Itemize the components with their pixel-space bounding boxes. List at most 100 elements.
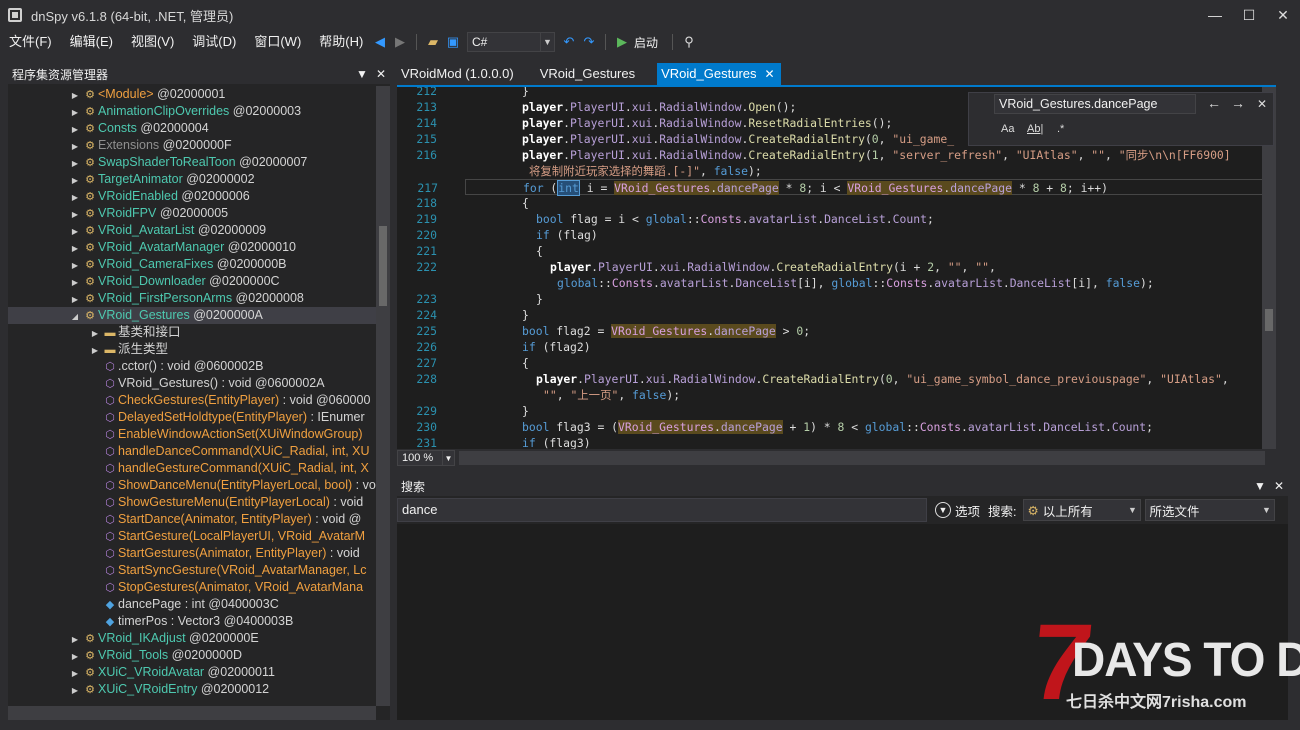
tree-item[interactable]: ▶ ⚙ VRoid_AvatarList @02000009 (8, 222, 376, 239)
panel-menu-chevron-icon[interactable]: ▼ (356, 67, 368, 81)
close-icon[interactable]: ✕ (376, 67, 386, 81)
find-input[interactable]: VRoid_Gestures.dancePage (994, 94, 1196, 114)
tree-item[interactable]: ◆ dancePage : int @0400003C (8, 596, 376, 613)
menu-view[interactable]: 视图(V) (122, 30, 183, 54)
tree-item[interactable]: ▶ ▬ 基类和接口 (8, 324, 376, 341)
tree-horizontal-scrollbar[interactable] (8, 706, 376, 720)
whole-word-toggle[interactable]: Ab| (1027, 123, 1043, 135)
scrollbar-thumb[interactable] (379, 226, 387, 306)
minimize-button[interactable]: — (1198, 0, 1232, 30)
expand-arrow-icon[interactable]: ▶ (68, 257, 82, 274)
menu-debug[interactable]: 调试(D) (183, 30, 245, 54)
scrollbar-thumb[interactable] (1265, 309, 1273, 331)
tree-item[interactable]: ◆ timerPos : Vector3 @0400003B (8, 613, 376, 630)
open-file-icon[interactable]: ▰ (423, 32, 443, 52)
tree-item[interactable]: ⬡ ShowGestureMenu(EntityPlayerLocal) : vo… (8, 494, 376, 511)
tree-item[interactable]: ▶ ⚙ VRoidEnabled @02000006 (8, 188, 376, 205)
tree-vertical-scrollbar[interactable] (376, 86, 390, 706)
regex-toggle[interactable]: .* (1057, 123, 1064, 135)
tree-item[interactable]: ▶ ⚙ Consts @02000004 (8, 120, 376, 137)
tree-item[interactable]: ⬡ EnableWindowActionSet(XUiWindowGroup) (8, 426, 376, 443)
navigate-back-icon[interactable]: ◀ (370, 32, 390, 52)
find-next-icon[interactable]: → (1231, 95, 1245, 111)
find-previous-icon[interactable]: ← (1207, 95, 1221, 111)
tree-item[interactable]: ▶ ⚙ VRoid_FirstPersonArms @02000008 (8, 290, 376, 307)
close-find-icon[interactable]: ✕ (1257, 97, 1267, 111)
search-options-button[interactable]: ▼ 选项 (935, 501, 980, 520)
tree-item[interactable]: ▶ ⚙ <Module> @02000001 (8, 86, 376, 103)
tree-item[interactable]: ▶ ⚙ AnimationClipOverrides @02000003 (8, 103, 376, 120)
search-icon[interactable]: ⚲ (679, 32, 699, 52)
expand-arrow-icon[interactable]: ▶ (68, 665, 82, 682)
tree-item[interactable]: ⬡ CheckGestures(EntityPlayer) : void @060… (8, 392, 376, 409)
tree-item[interactable]: ◢ ⚙ VRoid_Gestures @0200000A (8, 307, 376, 324)
expand-arrow-icon[interactable]: ▶ (68, 240, 82, 257)
search-scope-select[interactable]: ⚙ 以上所有 ▼ (1022, 499, 1141, 521)
tree-item[interactable]: ▶ ⚙ XUiC_VRoidEntry @02000012 (8, 681, 376, 698)
expand-arrow-icon[interactable]: ▶ (68, 648, 82, 665)
search-input[interactable]: dance (397, 498, 927, 522)
tab-vroidmod[interactable]: VRoidMod (1.0.0.0) (397, 63, 520, 85)
start-debug-icon[interactable]: ▶ (612, 32, 632, 52)
expand-arrow-icon[interactable]: ▶ (68, 121, 82, 138)
expand-arrow-icon[interactable]: ▶ (68, 87, 82, 104)
tab-vroid-gestures-active[interactable]: VRoid_Gestures ✕ (657, 63, 781, 85)
redo-icon[interactable]: ↷ (579, 32, 599, 52)
tree-item[interactable]: ▶ ⚙ XUiC_VRoidAvatar @02000011 (8, 664, 376, 681)
tree-item[interactable]: ⬡ VRoid_Gestures() : void @0600002A (8, 375, 376, 392)
tree-item[interactable]: ▶ ⚙ VRoid_AvatarManager @02000010 (8, 239, 376, 256)
search-location-select[interactable]: 所选文件 ▼ (1144, 499, 1275, 521)
save-all-icon[interactable]: ▣ (443, 32, 463, 52)
expand-arrow-icon[interactable]: ▶ (68, 155, 82, 172)
start-debug-label[interactable]: 启动 (634, 34, 658, 51)
tree-item[interactable]: ⬡ .cctor() : void @0600002B (8, 358, 376, 375)
close-icon[interactable]: ✕ (1274, 479, 1284, 493)
menu-file[interactable]: 文件(F) (0, 30, 61, 54)
tree-item[interactable]: ⬡ StopGestures(Animator, VRoid_AvatarMana (8, 579, 376, 596)
expand-arrow-icon[interactable]: ▶ (68, 274, 82, 291)
menu-help[interactable]: 帮助(H) (310, 30, 372, 54)
tree-item[interactable]: ▶ ⚙ VRoid_IKAdjust @0200000E (8, 630, 376, 647)
menu-edit[interactable]: 编辑(E) (61, 30, 122, 54)
tree-item[interactable]: ▶ ⚙ SwapShaderToRealToon @02000007 (8, 154, 376, 171)
menu-window[interactable]: 窗口(W) (245, 30, 310, 54)
tree-item[interactable]: ⬡ StartSyncGesture(VRoid_AvatarManager, L… (8, 562, 376, 579)
expand-arrow-icon[interactable]: ▶ (88, 325, 102, 342)
match-case-toggle[interactable]: Aa (1001, 123, 1014, 135)
navigate-forward-icon[interactable]: ▶ (390, 32, 410, 52)
tree-item[interactable]: ⬡ StartGesture(LocalPlayerUI, VRoid_Avata… (8, 528, 376, 545)
editor-horizontal-scrollbar[interactable] (459, 451, 1265, 465)
tree-item[interactable]: ▶ ⚙ VRoidFPV @02000005 (8, 205, 376, 222)
expand-arrow-icon[interactable]: ▶ (68, 631, 82, 648)
undo-icon[interactable]: ↶ (559, 32, 579, 52)
tree-item[interactable]: ▶ ⚙ VRoid_Tools @0200000D (8, 647, 376, 664)
tree-item[interactable]: ▶ ⚙ VRoid_CameraFixes @0200000B (8, 256, 376, 273)
expand-arrow-icon[interactable]: ▶ (68, 291, 82, 308)
close-tab-icon[interactable]: ✕ (765, 67, 775, 81)
tree-item[interactable]: ⬡ StartGestures(Animator, EntityPlayer) :… (8, 545, 376, 562)
expand-arrow-icon[interactable]: ▶ (68, 223, 82, 240)
tree-item[interactable]: ▶ ⚙ TargetAnimator @02000002 (8, 171, 376, 188)
tab-vroid-gestures-1[interactable]: VRoid_Gestures (536, 63, 641, 85)
zoom-select[interactable]: 100 % ▼ (397, 450, 455, 466)
maximize-button[interactable]: ☐ (1232, 0, 1266, 30)
expand-arrow-icon[interactable]: ▶ (68, 172, 82, 189)
expand-arrow-icon[interactable]: ▶ (88, 342, 102, 359)
tree-item[interactable]: ▶ ⚙ VRoid_Downloader @0200000C (8, 273, 376, 290)
expand-arrow-icon[interactable]: ▶ (68, 138, 82, 155)
tree-item[interactable]: ⬡ ShowDanceMenu(EntityPlayerLocal, bool) … (8, 477, 376, 494)
tree-item[interactable]: ▶ ⚙ Extensions @0200000F (8, 137, 376, 154)
tree-item[interactable]: ⬡ handleGestureCommand(XUiC_Radial, int, … (8, 460, 376, 477)
tree-item[interactable]: ⬡ StartDance(Animator, EntityPlayer) : vo… (8, 511, 376, 528)
expand-arrow-icon[interactable]: ▶ (68, 206, 82, 223)
expand-arrow-icon[interactable]: ▶ (68, 104, 82, 121)
assembly-tree[interactable]: ▶ ⚙ <Module> @02000001 ▶ ⚙ AnimationClipOverr… (8, 86, 376, 706)
close-window-button[interactable]: ✕ (1266, 0, 1300, 30)
tree-item[interactable]: ▶ ▬ 派生类型 (8, 341, 376, 358)
panel-menu-chevron-icon[interactable]: ▼ (1254, 479, 1266, 493)
expand-arrow-icon[interactable]: ▶ (68, 189, 82, 206)
tree-item[interactable]: ⬡ handleDanceCommand(XUiC_Radial, int, XU (8, 443, 376, 460)
expand-arrow-icon[interactable]: ▶ (68, 682, 82, 699)
language-select[interactable]: C# ▼ (467, 32, 555, 52)
collapse-arrow-icon[interactable]: ◢ (68, 308, 82, 325)
